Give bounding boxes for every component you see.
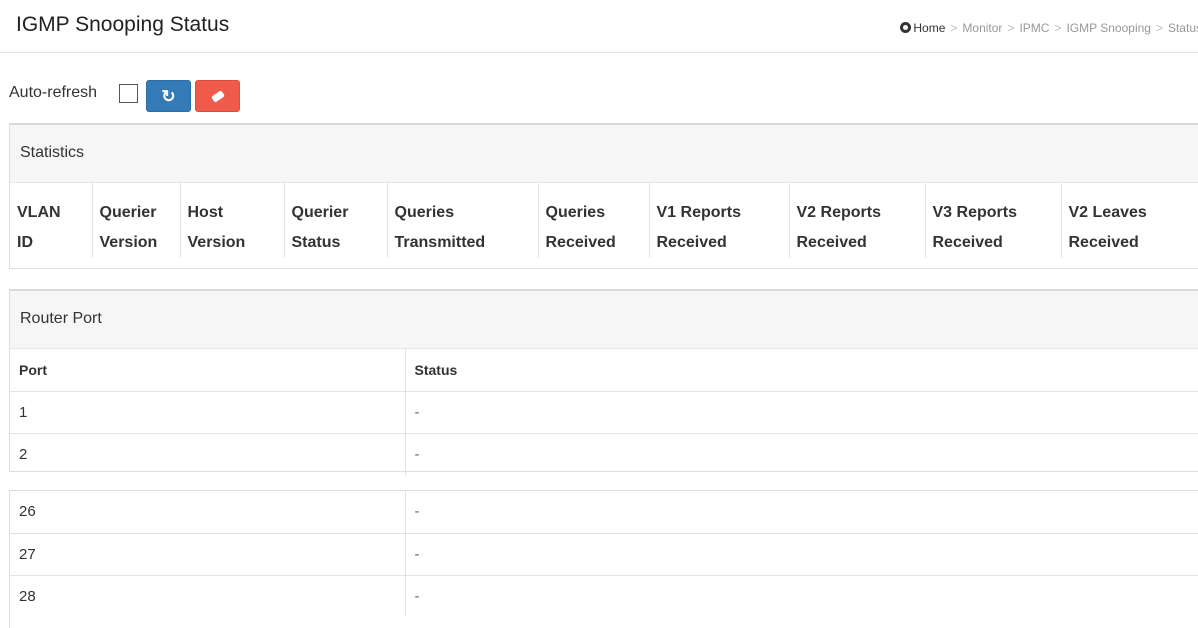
home-icon[interactable] <box>900 22 912 33</box>
breadcrumb-separator: > <box>950 21 958 35</box>
breadcrumb: Home > Monitor > IPMC > IGMP Snooping > Status <box>900 21 1198 35</box>
port-cell: 1 <box>10 390 405 433</box>
status-cell: - <box>404 532 1198 575</box>
router-port-table: Port Status 1 - 2 - <box>10 349 1198 475</box>
port-cell: 26 <box>19 503 36 521</box>
breadcrumb-monitor[interactable]: Monitor <box>962 21 1002 35</box>
col-querier-version: Querier Version <box>92 183 181 258</box>
router-port-continued: 26 - 27 - 28 - <box>9 490 1198 628</box>
col-v2-leaves-received: V2 Leaves Received <box>1061 183 1198 258</box>
clear-button[interactable] <box>195 80 240 112</box>
router-port-table-continued: 26 - 27 - 28 - <box>10 491 1198 617</box>
table-row: 2 - <box>10 432 1198 475</box>
table-row: 26 - <box>10 491 1198 533</box>
col-port: Port <box>19 361 47 378</box>
col-queries-transmitted: Queries Transmitted <box>387 183 539 258</box>
refresh-icon: ↻ <box>161 86 176 106</box>
col-status: Status <box>404 349 1198 391</box>
breadcrumb-separator: > <box>1007 21 1015 35</box>
statistics-panel: Statistics VLAN ID Querier Version Host Ver… <box>9 123 1198 269</box>
refresh-button[interactable]: ↻ <box>146 80 191 112</box>
col-vlan-id: VLAN ID <box>10 183 93 258</box>
breadcrumb-separator: > <box>1054 21 1062 35</box>
status-cell: - <box>404 390 1198 433</box>
col-v3-reports-received: V3 Reports Received <box>925 183 1062 258</box>
table-row: 28 - <box>10 574 1198 617</box>
page-header: IGMP Snooping Status Home > Monitor > IPMC > I… <box>0 0 1198 53</box>
breadcrumb-status: Status <box>1167 21 1198 35</box>
router-port-heading: Router Port <box>10 291 1198 349</box>
status-cell: - <box>404 491 1198 533</box>
status-cell: - <box>404 432 1198 475</box>
page-title: IGMP Snooping Status <box>16 13 230 36</box>
router-port-panel: Router Port Port Status 1 - 2 - <box>9 289 1198 475</box>
port-cell: 27 <box>10 532 405 575</box>
table-row: 1 - <box>10 390 1198 433</box>
eraser-icon <box>210 89 225 103</box>
port-cell: 2 <box>10 432 405 475</box>
page: IGMP Snooping Status Home > Monitor > IPMC > I… <box>0 0 1198 628</box>
port-cell: 28 <box>10 574 405 617</box>
breadcrumb-separator: > <box>1155 21 1163 35</box>
col-querier-status: Querier Status <box>284 183 388 258</box>
col-v2-reports-received: V2 Reports Received <box>789 183 926 258</box>
status-cell: - <box>404 574 1198 617</box>
auto-refresh-label: Auto-refresh <box>9 84 98 101</box>
col-host-version: Host Version <box>180 183 285 258</box>
col-v1-reports-received: V1 Reports Received <box>649 183 790 258</box>
statistics-header-row: VLAN ID Querier Version Host Version Querie… <box>10 183 1198 258</box>
table-row: 27 - <box>10 532 1198 575</box>
router-port-header-row: Port Status <box>10 349 1198 391</box>
statistics-heading: Statistics <box>10 125 1198 183</box>
breadcrumb-ipmc[interactable]: IPMC <box>1019 21 1049 35</box>
breadcrumb-home[interactable]: Home <box>913 21 945 35</box>
breadcrumb-igmp-snooping[interactable]: IGMP Snooping <box>1066 21 1151 35</box>
statistics-table: VLAN ID Querier Version Host Version Querie… <box>10 183 1198 258</box>
col-queries-received: Queries Received <box>538 183 650 258</box>
auto-refresh-checkbox[interactable] <box>119 84 138 103</box>
